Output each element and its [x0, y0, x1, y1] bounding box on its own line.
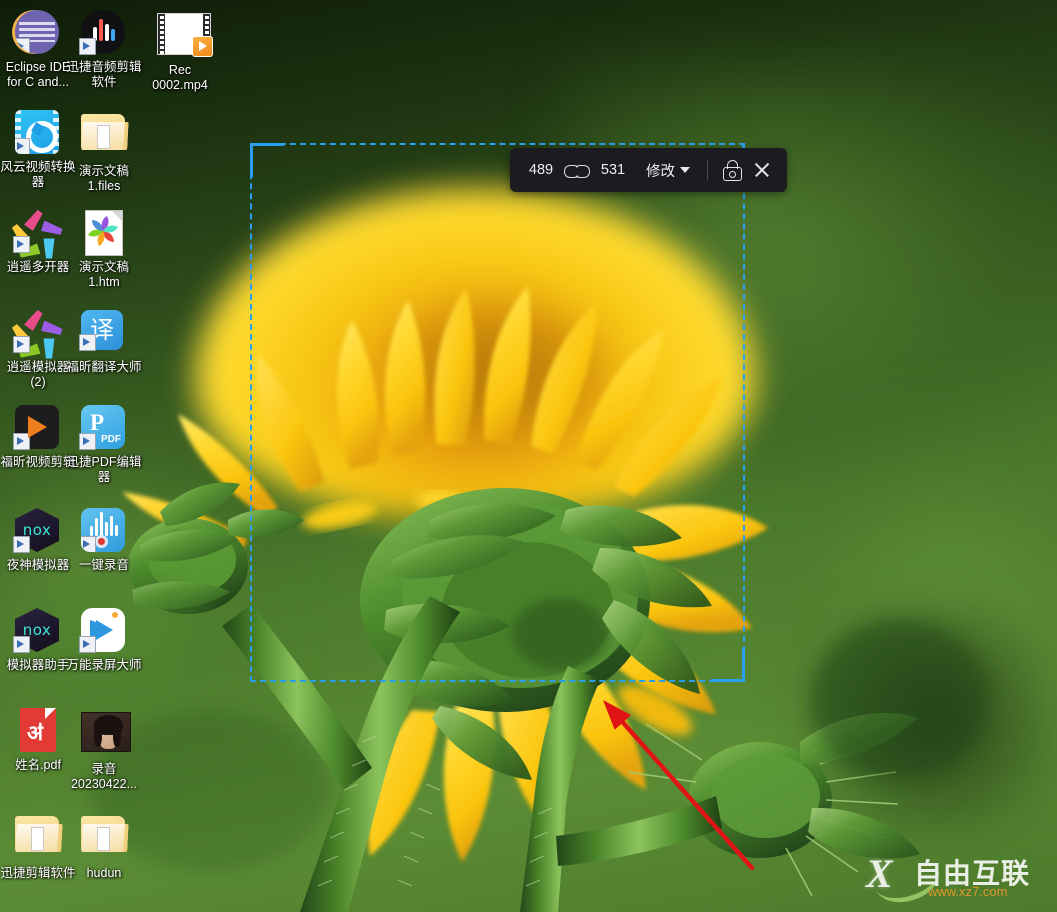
desktop-icon-universal-screen-recorder[interactable]: 万能录屏大师 — [66, 608, 142, 673]
desktop-icon-label: 一键录音 — [78, 558, 129, 572]
chevron-down-icon — [680, 167, 690, 173]
desktop-icon-emulator-assistant[interactable]: nox 模拟器助手 — [0, 607, 76, 673]
modify-label: 修改 — [646, 163, 675, 180]
selection-handle-bottom-right-v[interactable] — [742, 648, 745, 682]
shortcut-arrow-icon — [13, 536, 30, 553]
watermark-url: www.xz7.com — [928, 884, 1008, 899]
pdf-editor-icon: P PDF — [79, 405, 125, 450]
pdf-file-icon: ॳ — [20, 708, 56, 752]
toolbar-divider — [707, 160, 708, 180]
desktop-icon-eclipse-ide[interactable]: Eclipse IDE for C and... — [0, 10, 76, 90]
desktop-icon-label: 逍遥多开器 — [6, 260, 70, 274]
folder-icon — [81, 816, 129, 854]
screenshot-selection-region[interactable] — [250, 143, 745, 682]
eclipse-logo-icon — [15, 10, 59, 54]
desktop-icon-foxit-translate-master[interactable]: 译福昕翻译大师 — [66, 310, 142, 375]
one-key-recorder-icon — [81, 508, 125, 552]
desktop-icon-label: 福昕翻译大师 — [66, 360, 142, 374]
screen-recorder-icon — [79, 608, 125, 653]
selection-handle-top-left-v[interactable] — [250, 143, 253, 177]
capture-height-value[interactable]: 531 — [592, 162, 634, 178]
selection-handle-top-left-h[interactable] — [250, 143, 284, 146]
desktop-icon-label: 福昕视频剪辑 — [0, 455, 76, 469]
desktop-icon-label: 风云视频转换 器 — [0, 160, 76, 189]
recording-thumbnail-icon — [81, 712, 131, 752]
watermark-logo-letter: X — [866, 851, 893, 896]
shortcut-arrow-icon — [13, 433, 30, 450]
desktop-icon-recording-20230422[interactable]: 录音 20230422... — [66, 708, 142, 792]
translate-app-icon: 译 — [79, 310, 123, 351]
link-chain-icon[interactable] — [564, 160, 590, 180]
folder-icon — [81, 114, 129, 152]
nox-emulator-icon: nox — [13, 507, 60, 553]
desktop-icon-label: 迅捷剪辑软件 — [0, 866, 76, 880]
desktop-icon-xunjie-audio-editor[interactable]: 迅捷音频剪辑 软件 — [66, 10, 142, 90]
shortcut-arrow-icon — [13, 636, 30, 653]
nox-emulator-icon: nox — [13, 607, 60, 653]
site-watermark: X 自由互联 www.xz7.com — [866, 846, 1052, 911]
shortcut-arrow-icon — [15, 38, 30, 54]
desktop-icon-label: 迅捷音频剪辑 软件 — [66, 60, 142, 89]
desktop-icon-xunjie-editing-software-folder[interactable]: 迅捷剪辑软件 — [0, 812, 76, 881]
audio-editor-icon — [79, 10, 125, 55]
shortcut-arrow-icon — [79, 636, 96, 653]
desktop-icon-fengyun-video-converter[interactable]: 风云视频转换 器 — [0, 110, 76, 190]
desktop-icon-xunjie-pdf-editor[interactable]: P PDF 迅捷PDF编辑 器 — [66, 405, 142, 485]
capture-toolbar: 489 531 修改 — [510, 148, 787, 192]
desktop-icon-name-pdf[interactable]: ॳ 姓名.pdf — [0, 708, 76, 773]
desktop-screen: Eclipse IDE for C and... 迅捷音频剪辑 软件 Rec 000… — [0, 0, 1057, 912]
desktop-icon-label: Rec 0002.mp4 — [152, 63, 208, 92]
mp4-video-file-icon — [157, 13, 213, 57]
desktop-icon-label: Eclipse IDE for C and... — [5, 60, 71, 89]
video-converter-icon — [15, 110, 59, 154]
desktop-icon-label: 万能录屏大师 — [66, 658, 142, 672]
desktop-icon-presentation-1-htm[interactable]: 演示文稿 1.htm — [66, 210, 142, 290]
desktop-icon-foxit-video-editor[interactable]: 福昕视频剪辑 — [0, 405, 76, 470]
desktop-icon-label: 演示文稿 1.htm — [78, 260, 129, 289]
desktop-icon-label: hudun — [86, 866, 122, 880]
shortcut-arrow-icon — [79, 38, 96, 55]
desktop-icon-label: 迅捷PDF编辑 器 — [66, 455, 142, 484]
desktop-icon-label: 夜神模拟器 — [6, 558, 70, 572]
desktop-icon-xiaoyao-emulator-2[interactable]: 逍遥模拟器 (2) — [0, 310, 76, 390]
desktop-icon-label: 模拟器助手 — [6, 658, 70, 672]
capture-width-value[interactable]: 489 — [520, 162, 562, 178]
selection-handle-bottom-right-h[interactable] — [711, 679, 745, 682]
close-icon — [753, 161, 771, 179]
desktop-icon-hudun-folder[interactable]: hudun — [66, 812, 142, 881]
desktop-icon-rec-0002-mp4[interactable]: Rec 0002.mp4 — [142, 10, 218, 93]
folder-icon — [15, 816, 63, 854]
shortcut-arrow-icon — [79, 433, 96, 450]
pentagon-logo-icon — [15, 210, 59, 252]
desktop-icon-presentation-files-folder[interactable]: 演示文稿 1.files — [66, 110, 142, 194]
video-editor-icon — [13, 405, 59, 450]
desktop-icon-one-key-recorder[interactable]: 一键录音 — [66, 508, 142, 573]
shortcut-arrow-icon — [79, 334, 96, 351]
html-document-icon — [85, 210, 123, 256]
pentagon-logo-icon — [15, 310, 59, 352]
desktop-icon-label: 逍遥模拟器 (2) — [6, 360, 70, 389]
shortcut-arrow-icon — [81, 536, 96, 552]
shortcut-arrow-icon — [13, 336, 30, 353]
desktop-icon-label: 录音 20230422... — [70, 762, 138, 791]
close-button[interactable] — [747, 155, 777, 185]
shortcut-arrow-icon — [15, 138, 30, 154]
desktop-icon-xiaoyao-multi-opener[interactable]: 逍遥多开器 — [0, 210, 76, 275]
modify-dropdown[interactable]: 修改 — [634, 160, 698, 181]
desktop-icon-label: 姓名.pdf — [15, 758, 61, 772]
shortcut-arrow-icon — [13, 236, 30, 253]
desktop-icon-yeshen-emulator[interactable]: nox 夜神模拟器 — [0, 507, 76, 573]
desktop-icon-label: 演示文稿 1.files — [78, 164, 129, 193]
lock-camera-icon — [722, 159, 742, 181]
lock-camera-button[interactable] — [717, 155, 747, 185]
